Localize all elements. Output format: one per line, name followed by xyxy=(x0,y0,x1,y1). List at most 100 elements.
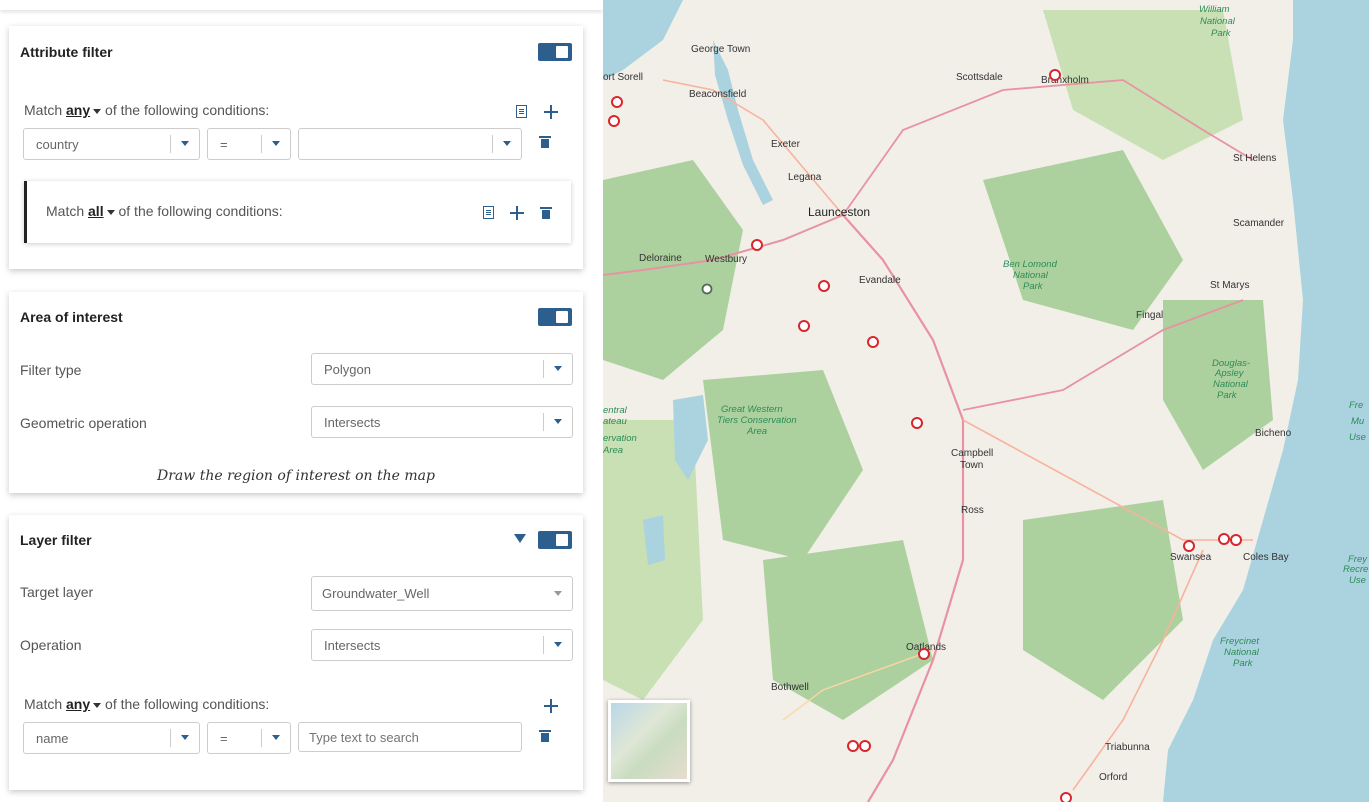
filter-type-select[interactable]: Polygon xyxy=(311,353,573,385)
layer-condition-field-value: name xyxy=(36,731,69,746)
overview-minimap[interactable] xyxy=(608,700,690,782)
clear-filter-icon[interactable] xyxy=(514,534,526,543)
toggle-knob xyxy=(556,534,568,546)
place-label: Scamander xyxy=(1233,218,1285,229)
dropdown-arrow-icon[interactable] xyxy=(543,360,572,378)
layer-match-mode-dropdown[interactable]: any xyxy=(66,696,90,712)
well-marker[interactable] xyxy=(1218,533,1230,545)
dropdown-arrow-icon[interactable] xyxy=(544,585,572,603)
draw-region-hint: Draw the region of interest on the map xyxy=(157,468,435,484)
layer-filter-title: Layer filter xyxy=(20,532,92,548)
add-condition-icon[interactable] xyxy=(544,699,558,713)
place-label: Bothwell xyxy=(771,682,809,693)
dropdown-arrow-icon[interactable] xyxy=(543,636,572,654)
area-of-interest-toggle[interactable] xyxy=(538,308,572,326)
chevron-down-icon[interactable] xyxy=(93,108,102,114)
match-suffix: of the following conditions: xyxy=(105,696,270,712)
place-label: Triabunna xyxy=(1105,742,1150,753)
toggle-knob xyxy=(556,46,568,58)
well-marker-gray[interactable] xyxy=(701,283,713,295)
match-prefix: Match xyxy=(24,696,63,712)
attribute-filter-toggle[interactable] xyxy=(538,43,572,61)
dropdown-arrow-icon[interactable] xyxy=(543,413,572,431)
place-label: Scottsdale xyxy=(956,72,1003,83)
place-label: Town xyxy=(960,460,983,471)
place-label: Fingal xyxy=(1136,310,1163,321)
well-marker[interactable] xyxy=(751,239,763,251)
well-marker[interactable] xyxy=(1060,792,1072,802)
add-condition-icon[interactable] xyxy=(544,105,558,119)
layer-condition-value-input[interactable] xyxy=(298,722,522,752)
place-label: Westbury xyxy=(705,254,747,265)
place-label: Deloraine xyxy=(639,253,682,264)
geometric-operation-select[interactable]: Intersects xyxy=(311,406,573,438)
well-marker[interactable] xyxy=(911,417,923,429)
dropdown-arrow-icon[interactable] xyxy=(261,135,290,153)
filter-type-label: Filter type xyxy=(20,362,82,378)
well-marker[interactable] xyxy=(859,740,871,752)
place-label: Orford xyxy=(1099,772,1127,783)
trash-icon[interactable] xyxy=(539,730,551,742)
group-add-icon[interactable] xyxy=(483,206,494,219)
park-label: Use xyxy=(1349,575,1366,586)
place-label: George Town xyxy=(691,44,750,55)
match-mode-dropdown[interactable]: any xyxy=(66,102,90,118)
chevron-down-icon[interactable] xyxy=(106,209,115,215)
condition-field-value: country xyxy=(36,137,79,152)
target-layer-value: Groundwater_Well xyxy=(322,586,430,601)
match-prefix: Match xyxy=(46,203,85,219)
sidebar-top-strip xyxy=(0,0,603,10)
toggle-knob xyxy=(556,311,568,323)
layer-filter-toggle[interactable] xyxy=(538,531,572,549)
dropdown-arrow-icon[interactable] xyxy=(170,135,199,153)
park-label: National xyxy=(1200,16,1236,27)
trash-icon[interactable] xyxy=(539,136,551,148)
trash-icon[interactable] xyxy=(540,207,552,219)
map-canvas[interactable]: George Town ort Sorell Beaconsfield Scot… xyxy=(603,0,1369,802)
condition-operator-select[interactable]: = xyxy=(207,128,291,160)
dropdown-arrow-icon[interactable] xyxy=(261,729,290,747)
well-marker[interactable] xyxy=(611,96,623,108)
add-condition-icon[interactable] xyxy=(510,206,524,220)
well-marker[interactable] xyxy=(818,280,830,292)
well-marker[interactable] xyxy=(608,115,620,127)
park-label: Ben Lomond xyxy=(1003,259,1058,270)
well-marker[interactable] xyxy=(1183,540,1195,552)
park-label: Recre xyxy=(1343,564,1368,575)
layer-match-line: Match any of the following conditions: xyxy=(24,696,269,712)
park-label: William xyxy=(1199,4,1230,15)
place-label: Ross xyxy=(961,505,984,516)
park-label: ateau xyxy=(603,416,627,427)
park-label: Park xyxy=(1211,28,1232,39)
layer-condition-operator-select[interactable]: = xyxy=(207,722,291,754)
well-marker[interactable] xyxy=(1230,534,1242,546)
condition-value-select[interactable] xyxy=(298,128,522,160)
match-suffix: of the following conditions: xyxy=(118,203,283,219)
target-layer-select[interactable]: Groundwater_Well xyxy=(311,576,573,611)
operation-select[interactable]: Intersects xyxy=(311,629,573,661)
park-label: entral xyxy=(603,405,628,416)
well-marker[interactable] xyxy=(867,336,879,348)
group-match-line: Match all of the following conditions: xyxy=(46,203,283,219)
well-marker[interactable] xyxy=(847,740,859,752)
place-label: Exeter xyxy=(771,139,801,150)
well-marker[interactable] xyxy=(798,320,810,332)
well-marker[interactable] xyxy=(1049,69,1061,81)
layer-condition-field-select[interactable]: name xyxy=(23,722,200,754)
group-match-mode-dropdown[interactable]: all xyxy=(88,203,104,219)
match-suffix: of the following conditions: xyxy=(105,102,270,118)
place-label: St Marys xyxy=(1210,280,1249,291)
condition-field-select[interactable]: country xyxy=(23,128,200,160)
park-label: Park xyxy=(1217,390,1238,401)
place-label: Bicheno xyxy=(1255,428,1292,439)
place-label: Legana xyxy=(788,172,822,183)
dropdown-arrow-icon[interactable] xyxy=(170,729,199,747)
layer-condition-operator-value: = xyxy=(220,731,228,746)
attribute-match-line: Match any of the following conditions: xyxy=(24,102,269,118)
well-marker[interactable] xyxy=(918,648,930,660)
chevron-down-icon[interactable] xyxy=(93,702,102,708)
dropdown-arrow-icon[interactable] xyxy=(492,135,521,153)
map-view[interactable]: George Town ort Sorell Beaconsfield Scot… xyxy=(603,0,1369,802)
park-label: Park xyxy=(1233,658,1254,669)
group-add-icon[interactable] xyxy=(516,105,527,118)
